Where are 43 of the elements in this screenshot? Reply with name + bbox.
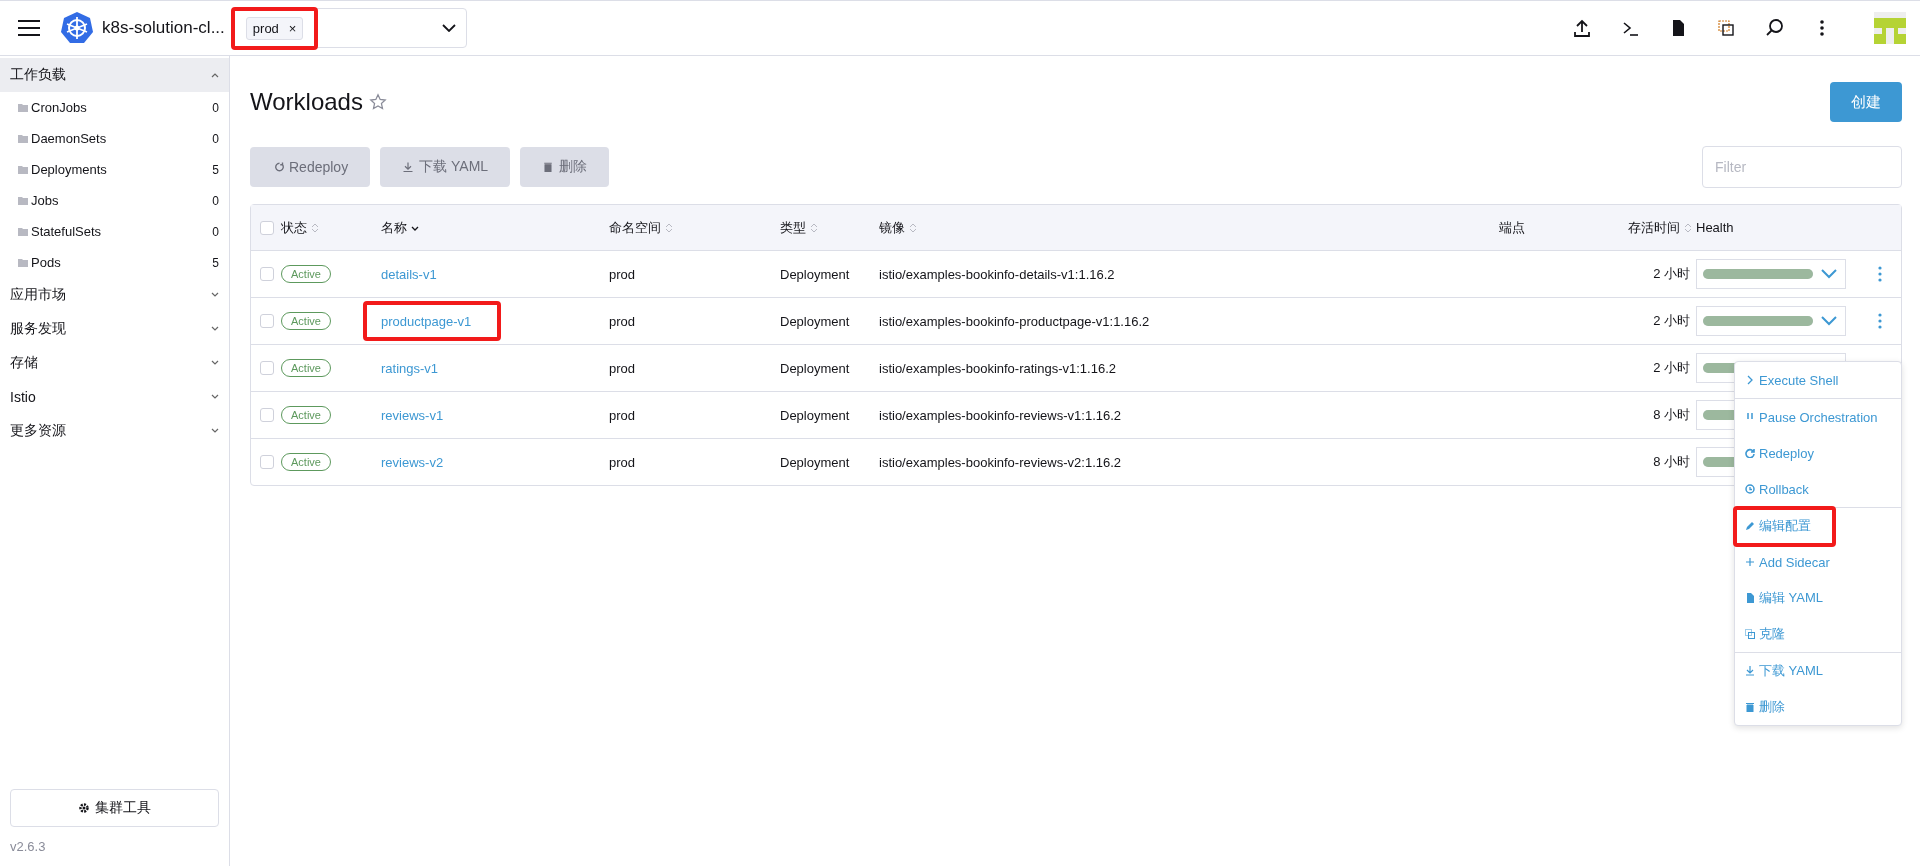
table-cell-text: Deployment <box>780 454 851 470</box>
item-count: 0 <box>212 131 219 146</box>
item-count: 0 <box>212 193 219 208</box>
table-cell-text: istio/examples-bookinfo-reviews-v2:1.16.2 <box>879 454 1123 470</box>
item-count: 5 <box>212 162 219 177</box>
item-label: CronJobs <box>31 100 87 115</box>
item-count: 5 <box>212 255 219 270</box>
item-label: DaemonSets <box>31 131 107 146</box>
group-label: 应用市场 <box>10 286 66 304</box>
item-label: Pods <box>31 255 61 270</box>
item-label: Jobs <box>31 193 59 208</box>
table-cell-text: istio/examples-bookinfo-reviews-v1:1.16.2 <box>879 407 1123 423</box>
item-count: 0 <box>212 100 219 115</box>
table-cell-text: istio/examples-bookinfo-productpage-v1:1.16.2 <box>879 313 1151 329</box>
table-cell-text: istio/examples-bookinfo-ratings-v1:1.16.2 <box>879 360 1117 376</box>
table-cell-text: prod <box>609 360 637 376</box>
group-label: 服务发现 <box>10 320 66 338</box>
table-cell-text: prod <box>609 454 637 470</box>
table-cell-text: istio/examples-bookinfo-details-v1:1.16.2 <box>879 266 1116 282</box>
table-cell-text: 8 小时 <box>1653 453 1691 471</box>
group-label: 更多资源 <box>10 422 66 440</box>
table-cell-text: prod <box>609 313 637 329</box>
item-count: 0 <box>212 224 219 239</box>
table-cell-text: 2 小时 <box>1653 312 1691 330</box>
version-text: v2.6.3 <box>10 839 46 854</box>
page-title: Workloads <box>250 88 363 116</box>
table-cell-text: Deployment <box>780 360 851 376</box>
table-cell-text: Deployment <box>780 313 851 329</box>
table-cell-text: Deployment <box>780 266 851 282</box>
table-cell-text: 8 小时 <box>1653 406 1691 424</box>
group-label: 存储 <box>10 354 38 372</box>
group-label: Istio <box>10 389 36 405</box>
group-label: 工作负载 <box>10 66 66 84</box>
column-header: 端点 <box>1499 218 1526 237</box>
chip-label: prod <box>252 20 279 36</box>
table-cell-text: 2 小时 <box>1653 265 1691 283</box>
item-label: StatefulSets <box>31 224 102 239</box>
column-header: Health <box>1696 220 1735 235</box>
table-cell-text: prod <box>609 407 637 423</box>
table-cell-text: Deployment <box>780 407 851 423</box>
item-label: Deployments <box>31 162 107 177</box>
table-cell-text: prod <box>609 266 637 282</box>
table-cell-text: 2 小时 <box>1653 359 1691 377</box>
